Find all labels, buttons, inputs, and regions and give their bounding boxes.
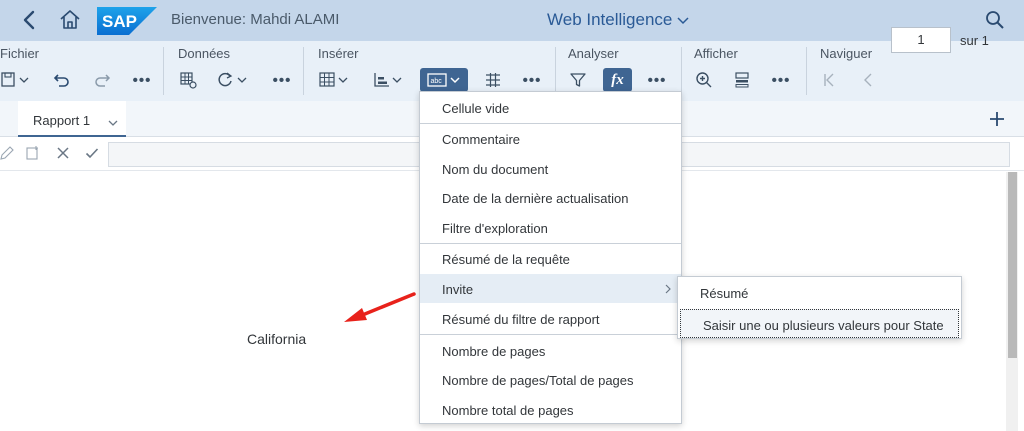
- cancel-icon[interactable]: [56, 146, 70, 160]
- group-label-analyser: Analyser: [568, 46, 619, 61]
- divider: [806, 47, 807, 95]
- menu-item-label: Cellule vide: [442, 101, 510, 116]
- menu-item-label: Résumé de la requête: [442, 252, 570, 267]
- previous-page-icon[interactable]: [860, 68, 878, 92]
- validate-check-icon[interactable]: [85, 146, 99, 160]
- page-number-input[interactable]: 1: [891, 27, 951, 53]
- view-structure-icon[interactable]: [732, 68, 752, 92]
- page-total-label: sur 1: [960, 33, 989, 48]
- menu-item-resume-filtre-rapport[interactable]: Résumé du filtre de rapport: [420, 304, 681, 333]
- app-title[interactable]: Web Intelligence: [547, 10, 672, 30]
- submenu-item-saisir-valeurs-state[interactable]: Saisir une ou plusieurs valeurs pour Sta…: [680, 309, 959, 338]
- menu-item-label: Résumé du filtre de rapport: [442, 312, 600, 327]
- menu-item-nom-document[interactable]: Nom du document: [420, 154, 681, 183]
- home-icon[interactable]: [58, 8, 82, 32]
- insert-cell-dropdown-menu: Cellule vide Commentaire Nom du document…: [419, 91, 682, 424]
- group-label-fichier: Fichier: [0, 46, 40, 61]
- menu-item-label: Nombre total de pages: [442, 403, 574, 418]
- back-icon[interactable]: [18, 8, 42, 32]
- more-fichier-button[interactable]: •••: [130, 68, 154, 92]
- insert-grid-icon[interactable]: [484, 68, 502, 92]
- formula-button[interactable]: fx: [603, 68, 632, 92]
- menu-item-label: Nombre de pages: [442, 344, 546, 359]
- more-inserer-button[interactable]: •••: [520, 68, 544, 92]
- more-afficher-button[interactable]: •••: [769, 68, 793, 92]
- group-label-naviguer: Naviguer: [820, 46, 873, 61]
- menu-item-label: Filtre d'exploration: [442, 221, 548, 236]
- edit-pencil-icon[interactable]: [0, 146, 14, 160]
- menu-item-label: Commentaire: [442, 132, 521, 147]
- chevron-down-icon[interactable]: [676, 13, 690, 27]
- group-label-afficher: Afficher: [694, 46, 738, 61]
- menu-item-cellule-vide[interactable]: Cellule vide: [420, 93, 681, 122]
- divider: [163, 47, 164, 95]
- tab-label: Rapport 1: [33, 113, 91, 128]
- shell-bar: SAP Bienvenue: Mahdi ALAMI Web Intellige…: [0, 0, 1024, 41]
- chevron-right-icon: [665, 284, 671, 294]
- zoom-icon[interactable]: [694, 68, 714, 92]
- more-donnees-button[interactable]: •••: [270, 68, 294, 92]
- insert-table-button[interactable]: [318, 68, 352, 92]
- search-icon[interactable]: [985, 10, 1005, 30]
- report-cell-text[interactable]: California: [247, 331, 306, 347]
- menu-item-filtre-exploration[interactable]: Filtre d'exploration: [420, 213, 681, 242]
- menu-item-invite[interactable]: Invite: [420, 274, 681, 303]
- menu-item-nombre-total-pages[interactable]: Nombre total de pages: [420, 395, 681, 424]
- sap-logo: SAP: [97, 7, 157, 35]
- menu-item-label: Nom du document: [442, 162, 549, 177]
- first-page-icon[interactable]: [820, 68, 838, 92]
- svg-text:abc: abc: [431, 78, 443, 85]
- menu-divider: [420, 334, 681, 335]
- red-arrow-annotation: [340, 288, 420, 328]
- menu-item-resume-requete[interactable]: Résumé de la requête: [420, 244, 681, 273]
- menu-item-label: Nombre de pages/Total de pages: [442, 373, 634, 388]
- menu-item-label: Invite: [442, 282, 474, 297]
- divider: [555, 47, 556, 95]
- redo-icon[interactable]: [92, 68, 112, 92]
- divider: [303, 47, 304, 95]
- chevron-down-icon[interactable]: [107, 115, 119, 126]
- save-button[interactable]: [0, 68, 34, 92]
- menu-item-nombre-pages[interactable]: Nombre de pages: [420, 336, 681, 365]
- submenu-item-resume[interactable]: Résumé: [678, 278, 961, 307]
- menu-item-pages-total[interactable]: Nombre de pages/Total de pages: [420, 365, 681, 394]
- menu-item-commentaire[interactable]: Commentaire: [420, 124, 681, 153]
- divider: [681, 47, 682, 95]
- menu-item-date-actualisation[interactable]: Date de la dernière actualisation: [420, 183, 681, 212]
- welcome-text: Bienvenue: Mahdi ALAMI: [171, 11, 340, 28]
- add-report-icon[interactable]: [988, 110, 1006, 128]
- submenu-item-label: Saisir une ou plusieurs valeurs pour Sta…: [703, 318, 944, 333]
- svg-text:SAP: SAP: [102, 12, 137, 31]
- undo-icon[interactable]: [52, 68, 72, 92]
- refresh-button[interactable]: [216, 68, 250, 92]
- scrollbar-thumb[interactable]: [1008, 172, 1017, 358]
- more-analyser-button[interactable]: •••: [645, 68, 669, 92]
- data-settings-icon[interactable]: [178, 68, 198, 92]
- group-label-inserer: Insérer: [318, 46, 359, 61]
- filter-icon[interactable]: [568, 68, 588, 92]
- fx-icon: fx: [611, 71, 624, 88]
- group-label-donnees: Données: [178, 46, 231, 61]
- insert-cell-button[interactable]: abc: [420, 68, 468, 92]
- submenu-item-label: Résumé: [700, 286, 749, 301]
- formula-editor-icon[interactable]: [25, 145, 41, 161]
- tab-rapport-1[interactable]: Rapport 1: [18, 101, 126, 137]
- menu-item-label: Date de la dernière actualisation: [442, 191, 629, 206]
- insert-chart-button[interactable]: [372, 68, 406, 92]
- invite-submenu: Résumé Saisir une ou plusieurs valeurs p…: [677, 276, 962, 339]
